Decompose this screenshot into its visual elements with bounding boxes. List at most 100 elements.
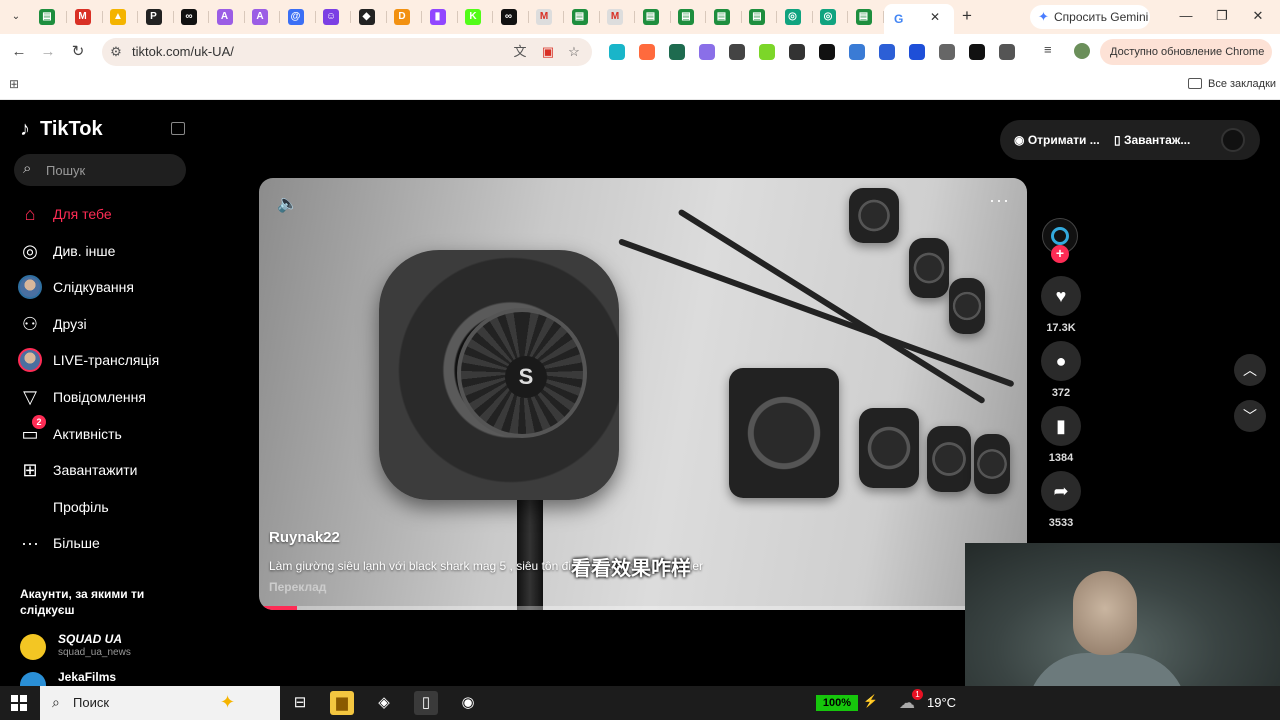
tab-separator	[172, 11, 174, 23]
site-info-icon[interactable]: ⚙	[108, 44, 124, 60]
user-avatar[interactable]	[1221, 128, 1245, 152]
sidebar-item-1[interactable]: ⌂ Для тебе	[16, 197, 186, 231]
following-account[interactable]: JekaFilms	[20, 670, 190, 686]
at-icon[interactable]: @	[287, 9, 304, 25]
sheets-icon[interactable]: ▤	[571, 9, 588, 25]
ext-shield-icon[interactable]	[909, 44, 925, 60]
sidebar-item-7[interactable]: ▭ Активність 2	[16, 414, 186, 451]
task-view-icon[interactable]: ⊟	[288, 691, 312, 715]
bookmark-star-icon[interactable]: ☆	[566, 44, 582, 60]
sheets-icon[interactable]: ▤	[855, 9, 872, 25]
restore-button[interactable]: ❐	[1212, 6, 1232, 26]
search-box[interactable]: ⌕	[14, 154, 186, 186]
share-button[interactable]: ➦	[1041, 471, 1081, 511]
sheets-icon[interactable]: ▤	[642, 9, 659, 25]
tiktok-logo[interactable]: ♪ TikTok	[20, 118, 103, 141]
ext-green-icon[interactable]	[759, 44, 775, 60]
extensions-icon[interactable]	[999, 44, 1015, 60]
sidebar-item-8[interactable]: ⊞ Завантажити	[16, 453, 186, 487]
ext-c-icon[interactable]	[789, 44, 805, 60]
search-input[interactable]	[46, 154, 176, 186]
forward-button[interactable]: →	[38, 42, 58, 62]
tab-close-button[interactable]: ✕	[930, 10, 940, 24]
get-coins-button[interactable]: ◉ Отримати ...	[1014, 120, 1100, 160]
ai-icon[interactable]: A	[252, 9, 268, 25]
sidebar-item-4[interactable]: ⚇ Друзі	[16, 307, 186, 341]
comment-button[interactable]: ●	[1041, 341, 1081, 381]
sidebar-item-3[interactable]: Слідкування	[16, 270, 186, 304]
apps-grid-icon[interactable]: ⊞	[9, 77, 23, 91]
install-app-icon[interactable]: ▣	[540, 44, 556, 60]
twitch-icon[interactable]: ▮	[429, 9, 446, 25]
ext-cloud-icon[interactable]	[699, 44, 715, 60]
active-tab[interactable]: G ✕	[884, 4, 954, 34]
previous-video-button[interactable]: ︿	[1234, 354, 1266, 386]
file-app-icon[interactable]: ▯	[414, 691, 438, 715]
volume-icon[interactable]: 🔈	[277, 194, 298, 214]
bot-icon[interactable]: ☺	[323, 9, 339, 25]
ext-s-icon[interactable]	[849, 44, 865, 60]
collapse-sidebar-icon[interactable]	[171, 122, 185, 135]
k-icon[interactable]: K	[465, 9, 481, 25]
new-tab-button[interactable]: +	[962, 6, 972, 26]
follow-button[interactable]: +	[1051, 245, 1069, 263]
recorder-app-icon[interactable]: ◉	[456, 691, 480, 715]
p-icon[interactable]: P	[145, 9, 162, 25]
window-close-button[interactable]: ✕	[1248, 6, 1268, 26]
taskbar-search[interactable]: ⌕ Поиск ✦	[40, 686, 280, 720]
gemini-button[interactable]: ✦ Спросить Gemini	[1030, 5, 1150, 29]
ext-chart-icon[interactable]	[729, 44, 745, 60]
infinity-icon[interactable]: ∞	[500, 9, 517, 25]
ext-a-icon[interactable]	[969, 44, 985, 60]
video-player[interactable]: S 🔈 ··· Ruynak22 Làm giường siêu lạnh vớ…	[259, 178, 1027, 610]
media-controls-icon[interactable]: ≡	[1044, 42, 1052, 57]
translate-icon[interactable]: 文	[512, 44, 528, 60]
chatgpt-icon[interactable]: ◎	[784, 9, 801, 25]
infinity-icon[interactable]: ∞	[181, 9, 197, 25]
ext-blob-icon[interactable]	[939, 44, 955, 60]
address-bar[interactable]: ⚙ tiktok.com/uk-UA/ 文 ▣ ☆	[102, 38, 592, 66]
sidebar-item-10[interactable]: ··· Більше	[16, 526, 186, 560]
all-bookmarks-button[interactable]: Все закладки	[1208, 70, 1276, 98]
d-icon[interactable]: D	[394, 9, 410, 25]
mail-icon[interactable]: M	[607, 9, 623, 25]
sheets-icon[interactable]: ▤	[713, 9, 730, 25]
following-account[interactable]: SQUAD UA squad_ua_news	[20, 632, 190, 662]
profile-icon[interactable]	[1074, 43, 1090, 59]
video-progress-bar[interactable]	[259, 606, 1027, 610]
like-button[interactable]: ♥	[1041, 276, 1081, 316]
drive-icon[interactable]: ▲	[110, 9, 126, 25]
chrome-update-button[interactable]: Доступно обновление Chrome	[1100, 39, 1272, 65]
back-button[interactable]: ←	[9, 42, 29, 62]
ai-icon[interactable]: A	[216, 9, 233, 25]
video-author[interactable]: Ruynak22	[269, 529, 340, 546]
ext-teal-icon[interactable]	[609, 44, 625, 60]
file-explorer-icon[interactable]: ▆	[330, 691, 354, 715]
notes-app-icon[interactable]: ◈	[372, 691, 396, 715]
sidebar-item-6[interactable]: ▽ Повідомлення	[16, 380, 186, 414]
mail-icon[interactable]: M	[536, 9, 552, 25]
sheets-icon[interactable]: ▤	[749, 9, 765, 25]
ext-hash-icon[interactable]	[669, 44, 685, 60]
sheets-icon[interactable]: ▤	[678, 9, 694, 25]
gmail-icon[interactable]: M	[74, 9, 91, 25]
save-button[interactable]: ▮	[1041, 406, 1081, 446]
sidebar-item-2[interactable]: ◎ Див. інше	[16, 234, 186, 268]
diamond-icon[interactable]: ◆	[358, 9, 375, 25]
reload-button[interactable]: ↻	[68, 42, 88, 62]
ext-qr-icon[interactable]	[819, 44, 835, 60]
ext-plane-icon[interactable]	[879, 44, 895, 60]
more-options-icon[interactable]: ···	[989, 190, 1010, 211]
battery-indicator[interactable]: 100%	[816, 695, 858, 711]
sheets-icon[interactable]: ▤	[39, 9, 55, 25]
sidebar-item-9[interactable]: Профіль	[16, 490, 186, 524]
tab-search-button[interactable]: ⌄	[8, 8, 24, 26]
ext-n-icon[interactable]	[639, 44, 655, 60]
minimize-button[interactable]: —	[1176, 6, 1196, 26]
windows-start-icon[interactable]	[11, 695, 27, 711]
chatgpt-icon[interactable]: ◎	[820, 9, 836, 25]
next-video-button[interactable]: ﹀	[1234, 400, 1266, 432]
translate-link[interactable]: Переклад	[269, 580, 326, 594]
download-app-button[interactable]: ▯ Завантаж...	[1114, 120, 1190, 160]
sidebar-item-5[interactable]: LIVE-трансляція	[16, 343, 186, 377]
